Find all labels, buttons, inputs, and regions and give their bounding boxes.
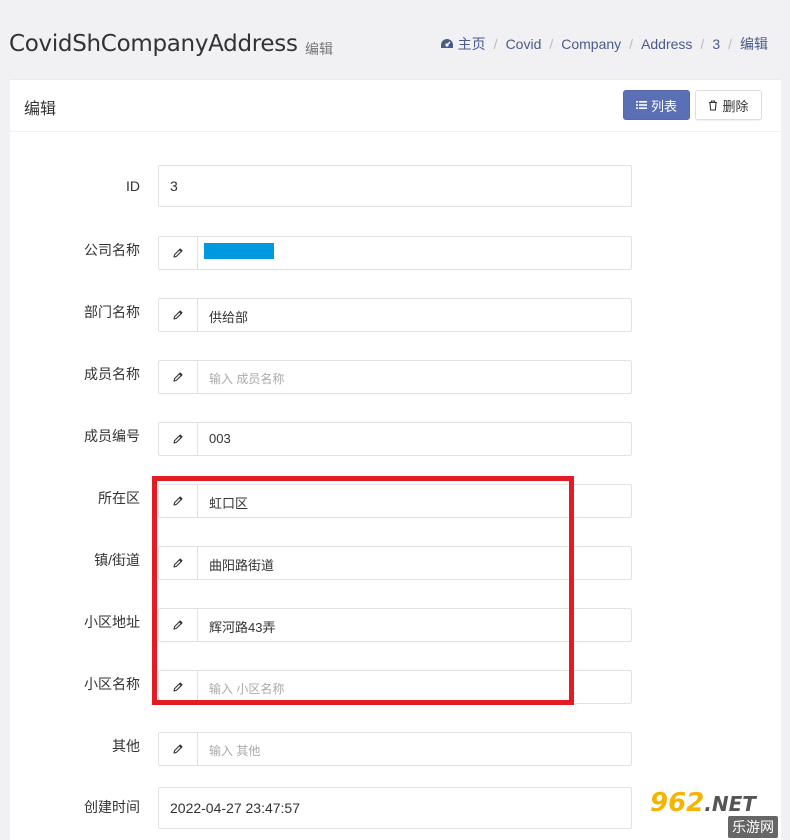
list-button-label: 列表 [650,98,677,114]
other-placeholder: 输入 其他 [209,744,261,758]
dept-name-value: 供给部 [209,310,249,325]
breadcrumb-home-label: 主页 [457,36,486,52]
content-header: CovidShCompanyAddress 编辑 主页 / Covid / Co… [0,0,790,80]
list-button[interactable]: 列表 [623,90,690,120]
id-label: ID [126,178,140,194]
watermark-suffix: .NET [704,792,756,816]
breadcrumb-id[interactable]: 3 [712,36,720,52]
delete-button[interactable]: 删除 [695,90,762,120]
district-label: 所在区 [98,490,140,506]
site-watermark: 962.NET 乐游网 [650,788,790,840]
pencil-icon [159,671,198,703]
member-no-value: 003 [209,431,231,446]
breadcrumb-separator: / [728,36,732,52]
pencil-icon [159,609,198,641]
breadcrumb-separator: / [629,36,634,52]
other-label: 其他 [112,738,140,754]
street-field[interactable]: 曲阳路街道 [158,546,632,580]
created-at-value: 2022-04-27 23:47:57 [170,800,300,816]
community-addr-label: 小区地址 [84,614,140,630]
dept-name-label: 部门名称 [84,304,140,320]
district-value: 虹口区 [209,496,249,511]
breadcrumb-covid[interactable]: Covid [506,36,542,52]
community-name-label: 小区名称 [84,676,140,692]
company-name-label: 公司名称 [84,242,140,258]
created-at-label: 创建时间 [84,799,140,815]
member-no-label: 成员编号 [84,428,140,444]
community-name-field[interactable]: 输入 小区名称 [158,670,632,704]
box-header: 编辑 列表 删除 [10,80,781,132]
street-label: 镇/街道 [94,552,140,568]
created-at-field[interactable]: 2022-04-27 23:47:57 [158,787,632,829]
pencil-icon [159,485,198,517]
breadcrumb-address[interactable]: Address [641,36,692,52]
pencil-icon [159,237,198,269]
pencil-icon [159,547,198,579]
id-field[interactable]: 3 [158,165,632,207]
district-field[interactable]: 虹口区 [158,484,632,518]
other-field[interactable]: 输入 其他 [158,732,632,766]
page-title: CovidShCompanyAddress [9,31,298,57]
community-name-placeholder: 输入 小区名称 [209,682,285,696]
breadcrumb-company[interactable]: Company [561,36,621,52]
breadcrumb-separator: / [549,36,554,52]
delete-button-label: 删除 [722,98,749,114]
watermark-sub: 乐游网 [728,816,778,838]
dashboard-icon [440,39,453,48]
breadcrumb: 主页 / Covid / Company / Address / 3 / 编辑 [440,34,768,54]
watermark-number: 962 [650,788,705,818]
pencil-icon [159,361,198,393]
page-subtitle: 编辑 [305,41,333,57]
dept-name-field[interactable]: 供给部 [158,298,632,332]
breadcrumb-home[interactable]: 主页 [440,34,486,54]
member-no-field[interactable]: 003 [158,422,632,456]
company-name-field[interactable] [158,236,632,270]
box-title: 编辑 [24,101,57,118]
breadcrumb-current: 编辑 [740,36,768,52]
pencil-icon [159,423,198,455]
trash-icon [709,99,718,111]
edit-box: 编辑 列表 删除 ID 3 公司名称 部门名称 供给部 成员名称 输入 成员名称… [10,79,781,840]
breadcrumb-separator: / [700,36,705,52]
watermark-logo: 962.NET [650,788,756,818]
member-name-label: 成员名称 [84,366,140,382]
id-value: 3 [170,178,178,194]
community-addr-value: 辉河路43弄 [209,620,276,635]
street-value: 曲阳路街道 [209,558,275,573]
pencil-icon [159,733,198,765]
member-name-placeholder: 输入 成员名称 [209,372,285,386]
pencil-icon [159,299,198,331]
breadcrumb-separator: / [493,36,498,52]
list-icon [635,101,647,109]
community-addr-field[interactable]: 辉河路43弄 [158,608,632,642]
redacted-value [204,243,274,259]
member-name-field[interactable]: 输入 成员名称 [158,360,632,394]
